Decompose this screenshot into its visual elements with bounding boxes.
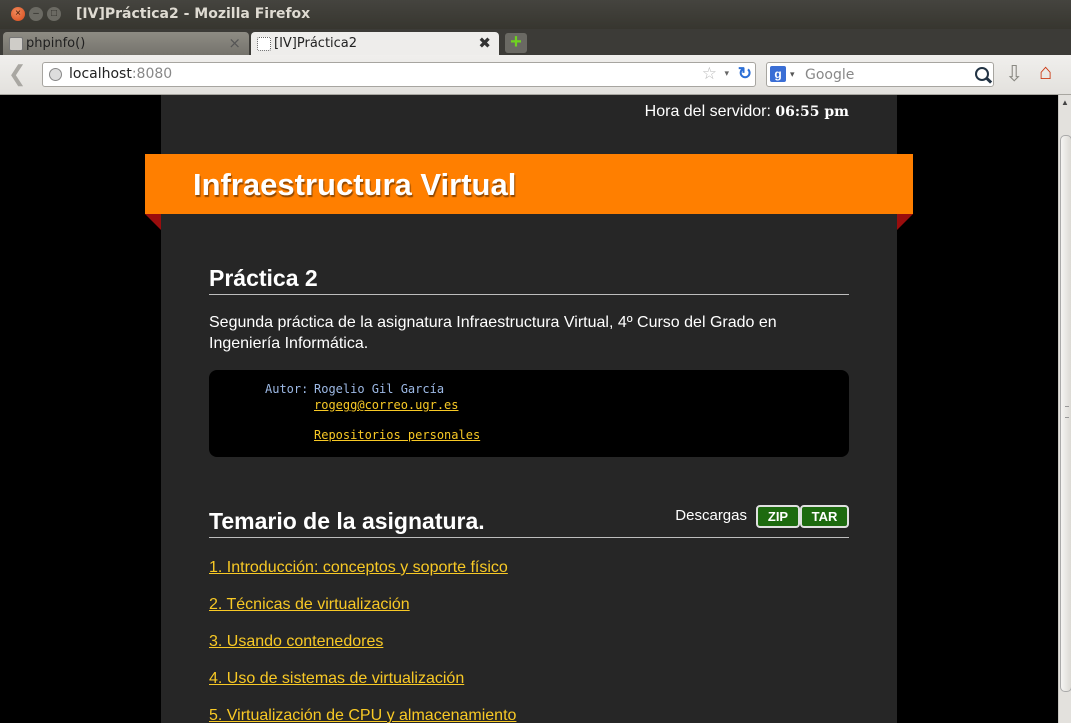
home-icon[interactable]: ⌂ — [1039, 59, 1052, 85]
topic-list: 1. Introducción: conceptos y soporte fís… — [209, 559, 849, 723]
clock-time: 06:55 pm — [775, 104, 849, 120]
page-viewport: Hora del servidor: 06:55 pm Práctica 2 S… — [0, 95, 1058, 723]
page-favicon-icon — [9, 37, 23, 51]
downloads-label: Descargas — [675, 507, 747, 524]
tab-phpinfo[interactable]: phpinfo() × — [3, 32, 249, 55]
practice-heading: Práctica 2 — [209, 265, 849, 295]
window-title: [IV]Práctica2 - Mozilla Firefox — [76, 6, 311, 22]
site-banner: Infraestructura Virtual — [145, 154, 913, 214]
tab-close-icon[interactable]: ✖ — [478, 34, 491, 52]
tab-close-icon[interactable]: × — [228, 34, 241, 52]
window-maximize-button[interactable]: □ — [47, 7, 61, 21]
search-icon[interactable] — [975, 67, 989, 81]
scroll-up-arrow-icon[interactable]: ▲ — [1061, 98, 1069, 107]
downloads-arrow-icon[interactable]: ⇩ — [1005, 61, 1023, 87]
search-engine-dropdown-icon[interactable]: ▾ — [790, 69, 795, 80]
reload-icon[interactable]: ↻ — [738, 64, 752, 84]
window-close-button[interactable]: × — [11, 7, 25, 21]
banner-fold-left — [145, 214, 161, 230]
zip-download-button[interactable]: ZIP — [756, 505, 800, 528]
banner-fold-right — [897, 214, 913, 230]
site-identity-icon[interactable] — [49, 68, 62, 81]
tab-practica2[interactable]: [IV]Práctica2 ✖ — [251, 32, 499, 55]
syllabus-heading: Temario de la asignatura. — [209, 508, 849, 538]
window-minimize-button[interactable]: – — [29, 7, 43, 21]
new-tab-button[interactable]: + — [505, 32, 527, 53]
author-label: Autor: — [265, 382, 309, 396]
author-email-link[interactable]: rogegg@correo.ugr.es — [314, 398, 459, 412]
search-bar[interactable]: g ▾ Google — [766, 62, 994, 87]
topic-link[interactable]: 1. Introducción: conceptos y soporte fís… — [209, 559, 849, 596]
server-clock: Hora del servidor: 06:55 pm — [645, 103, 849, 121]
page-favicon-icon — [257, 37, 271, 51]
url-text[interactable]: localhost:8080 — [69, 66, 172, 82]
bookmark-star-icon[interactable]: ☆ — [702, 64, 717, 84]
search-engine-icon[interactable]: g — [770, 66, 786, 82]
tab-bar: phpinfo() × [IV]Práctica2 ✖ — [0, 29, 1071, 55]
topic-link[interactable]: 5. Virtualización de CPU y almacenamient… — [209, 707, 849, 723]
topic-link[interactable]: 4. Uso de sistemas de virtualización — [209, 670, 849, 707]
navigation-toolbar: ❮ localhost:8080 ☆ ▾ ↻ g ▾ Google ⇩ ⌂ — [0, 55, 1071, 95]
scrollbar-thumb[interactable] — [1060, 135, 1071, 692]
search-input[interactable]: Google — [805, 67, 854, 83]
url-host: localhost — [69, 66, 132, 82]
tab-label: [IV]Práctica2 — [274, 36, 358, 51]
author-box: Autor: Rogelio Gil García rogegg@correo.… — [209, 370, 849, 457]
scrollbar-grip — [1065, 406, 1069, 418]
vertical-scrollbar[interactable]: ▲ — [1058, 95, 1071, 723]
url-port: :8080 — [131, 66, 173, 82]
tar-download-button[interactable]: TAR — [800, 505, 849, 528]
intro-paragraph: Segunda práctica de la asignatura Infrae… — [209, 314, 777, 352]
author-name: Rogelio Gil García — [314, 382, 445, 396]
history-dropdown-icon[interactable]: ▾ — [724, 68, 729, 79]
topic-link[interactable]: 3. Usando contenedores — [209, 633, 849, 670]
url-bar[interactable]: localhost:8080 ☆ ▾ ↻ — [42, 62, 756, 87]
clock-label: Hora del servidor: — [644, 103, 771, 120]
repositories-link[interactable]: Repositorios personales — [314, 428, 480, 442]
tab-label: phpinfo() — [26, 36, 86, 51]
back-arrow-icon[interactable]: ❮ — [8, 63, 26, 85]
window-titlebar: × – □ [IV]Práctica2 - Mozilla Firefox — [0, 0, 1071, 29]
banner-title: Infraestructura Virtual — [193, 167, 517, 202]
topic-link[interactable]: 2. Técnicas de virtualización — [209, 596, 849, 633]
